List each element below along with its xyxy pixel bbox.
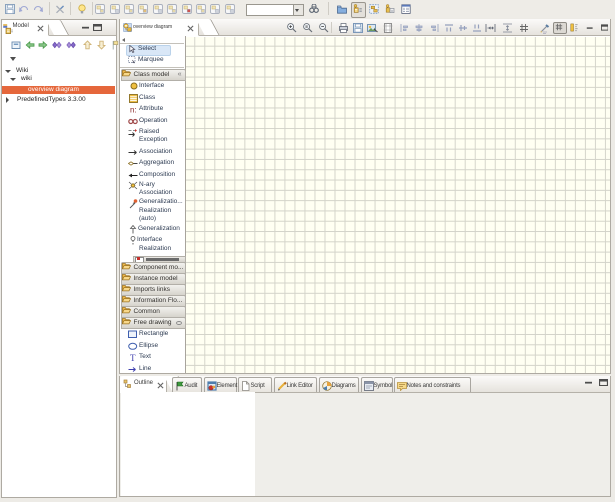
svg-text:n:: n: [130, 106, 137, 115]
svg-text:T: T [130, 353, 136, 362]
